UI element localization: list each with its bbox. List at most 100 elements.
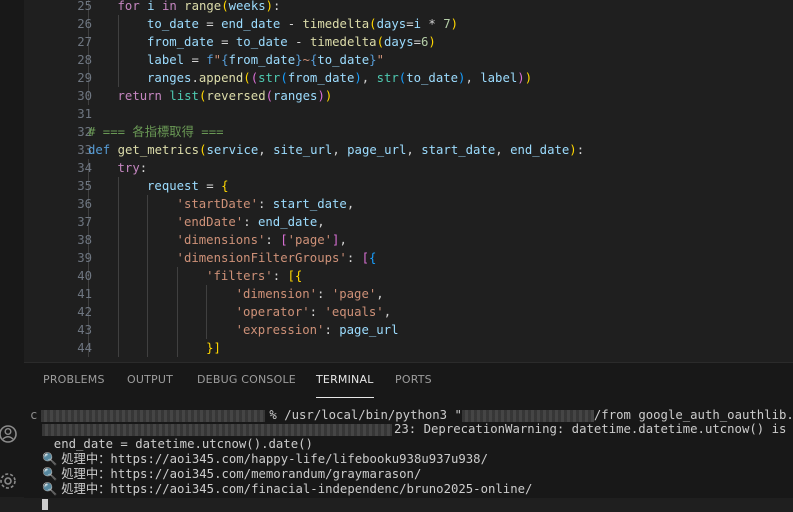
code-token: : — [243, 215, 258, 229]
code-token: service — [206, 143, 259, 157]
line-number: 40 — [77, 269, 92, 283]
code-editor[interactable]: 25 for i in range(weeks): 26 to_date = end_… — [24, 0, 793, 362]
code-token: 7 — [443, 17, 451, 31]
terminal-output-line: 🔍 処理中：https://aoi345.com/memorandum/gray… — [42, 466, 421, 482]
code-token: , — [361, 71, 377, 85]
line-number: 41 — [77, 287, 92, 301]
line-number: 26 — [77, 17, 92, 31]
indent-guide — [117, 69, 119, 87]
code-token: : — [576, 143, 585, 157]
code-token: : — [317, 287, 332, 301]
code-token: i — [413, 17, 429, 31]
tab-output[interactable]: OUTPUT — [127, 373, 173, 386]
code-text: 'startDate': start_date, — [177, 195, 355, 213]
code-token: , — [465, 71, 481, 85]
account-icon[interactable] — [0, 423, 22, 445]
code-token: [ — [280, 233, 288, 247]
code-token: from_date — [228, 53, 296, 67]
code-token: timedelta — [309, 35, 377, 49]
processing-label: 処理中： — [57, 452, 111, 466]
indent-guide — [117, 213, 119, 231]
gear-icon[interactable] — [0, 470, 22, 492]
line-number: 44 — [77, 341, 92, 355]
indent-guide — [117, 231, 119, 249]
code-token: [ — [361, 251, 370, 265]
code-token: ( — [369, 17, 377, 31]
terminal-warning-code: end_date = datetime.utcnow().date() — [39, 437, 313, 451]
code-token: , — [376, 287, 384, 301]
terminal-warning: 23: DeprecationWarning: datetime.datetim… — [394, 422, 793, 436]
tab-problems[interactable]: PROBLEMS — [43, 373, 105, 386]
code-token: ) — [324, 89, 333, 103]
tab-ports[interactable]: PORTS — [395, 373, 432, 386]
code-token: def — [88, 143, 118, 157]
indent-guide — [147, 249, 149, 267]
code-text: 'dimension': 'page', — [236, 285, 384, 303]
line-number: 36 — [77, 197, 92, 211]
line-number: 34 — [77, 161, 92, 175]
code-token: 'page' — [287, 233, 333, 247]
line-number: 31 — [77, 107, 92, 121]
code-token: from_date — [147, 35, 222, 49]
code-token: 'startDate' — [176, 197, 258, 211]
code-text: 'dimensions': ['page'], — [177, 231, 347, 249]
indent-guide — [147, 321, 149, 339]
code-token: : — [257, 197, 273, 211]
code-token: ) — [569, 143, 577, 157]
code-token: page_url — [347, 143, 407, 157]
indent-guide — [176, 321, 178, 339]
code-token: f — [206, 53, 214, 67]
indent-guide — [206, 303, 208, 321]
code-token: ranges — [273, 89, 318, 103]
code-token: label — [147, 53, 192, 67]
code-token: 'operator' — [235, 305, 310, 319]
indent-guide — [206, 285, 208, 303]
code-token: to_date — [406, 71, 459, 85]
code-text: 'filters': [{ — [206, 267, 302, 285]
code-token: , — [346, 197, 355, 211]
processing-label: 処理中： — [57, 482, 111, 496]
redacted-path — [461, 409, 594, 422]
code-text: }] — [206, 339, 221, 357]
tab-debug-console[interactable]: DEBUG CONSOLE — [197, 373, 296, 386]
code-token: to_date — [147, 17, 207, 31]
processing-url: https://aoi345.com/memorandum/graymaraso… — [110, 467, 422, 481]
indent-guide — [206, 321, 208, 339]
terminal-output-line: 🔍 処理中：https://aoi345.com/finacial-indepe… — [42, 481, 532, 497]
code-token: ) — [354, 71, 362, 85]
line-number: 37 — [77, 215, 92, 229]
code-token: site_url — [273, 143, 333, 157]
code-text: from_date = to_date - timedelta(days=6) — [147, 33, 436, 51]
code-token: 'dimension' — [235, 287, 318, 301]
indent-guide — [117, 267, 119, 285]
line-number: 42 — [77, 305, 92, 319]
terminal-command: % /usr/local/bin/python3 " — [269, 408, 462, 422]
code-token: " — [213, 53, 222, 67]
code-token: = — [206, 17, 222, 31]
code-token: ~ — [302, 53, 310, 67]
code-token: , — [317, 215, 325, 229]
indent-guide — [147, 303, 149, 321]
code-token: { — [369, 251, 377, 265]
indent-guide — [117, 51, 119, 69]
terminal[interactable]: c % /usr/local/bin/python3 " /from google_… — [24, 407, 793, 510]
code-token: : — [265, 233, 281, 247]
indent-guide — [176, 285, 178, 303]
tab-terminal[interactable]: TERMINAL — [316, 373, 374, 398]
indent-guide — [117, 249, 119, 267]
code-token: : — [346, 251, 362, 265]
code-token: weeks — [228, 0, 266, 13]
line-number: 28 — [77, 53, 92, 67]
line-number: 29 — [77, 71, 92, 85]
redacted-prompt — [41, 409, 266, 422]
code-token: , — [332, 143, 348, 157]
code-token: = — [191, 53, 207, 67]
code-token: ( — [221, 0, 229, 13]
code-token: 'endDate' — [176, 215, 244, 229]
code-token: from_date — [287, 71, 355, 85]
code-token: end_date — [221, 17, 288, 31]
code-token: in — [161, 0, 185, 13]
code-token: , — [258, 143, 274, 157]
code-token: . — [191, 71, 199, 85]
line-number: 30 — [77, 89, 92, 103]
